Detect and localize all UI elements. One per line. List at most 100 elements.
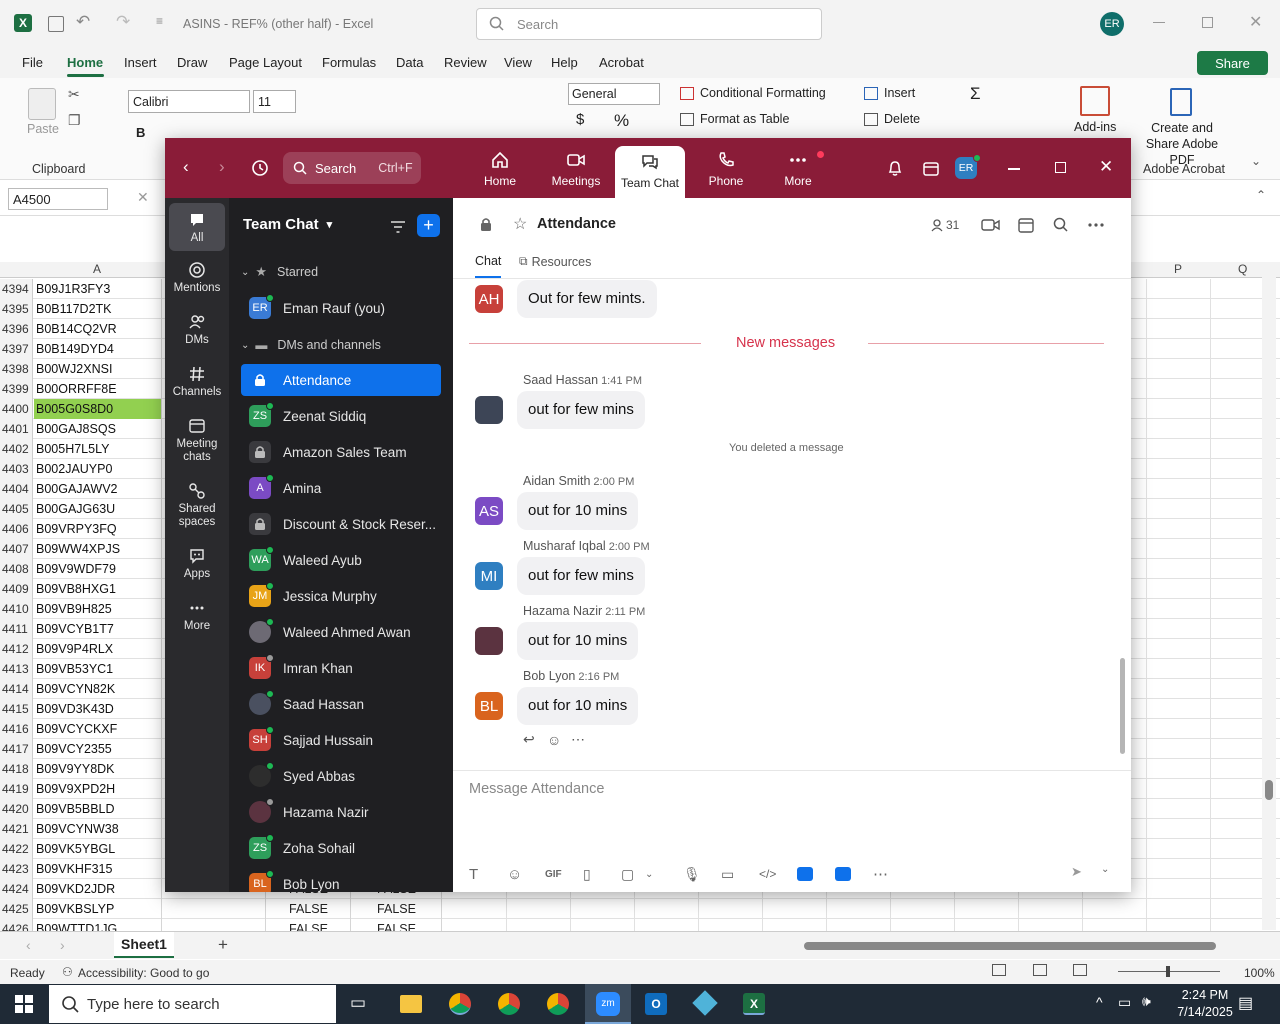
rail-shared-spaces[interactable]: Shared spaces — [169, 482, 225, 529]
page-break-view-icon[interactable] — [1073, 964, 1087, 976]
cell-asin[interactable]: B09VCYB1T7 — [34, 619, 162, 639]
video-call-icon[interactable] — [981, 217, 1001, 233]
code-snippet-icon[interactable]: </> — [759, 867, 797, 881]
nav-home[interactable]: Home — [465, 138, 535, 198]
row-number[interactable]: 4404 — [0, 479, 33, 499]
screenshot-icon[interactable]: ▢ — [621, 866, 645, 883]
history-icon[interactable] — [251, 159, 269, 177]
sender-name[interactable]: Musharaf Iqbal — [523, 539, 606, 553]
task-view-icon[interactable]: ▭ — [350, 993, 366, 1013]
row-number[interactable]: 4426 — [0, 919, 33, 931]
app-blue-1-icon[interactable] — [797, 867, 813, 881]
sheet-row[interactable]: 4425 B09VKBSLYP FALSE FALSE — [0, 899, 1280, 919]
star-channel-icon[interactable]: ☆ — [513, 214, 527, 234]
starred-section-header[interactable]: ⌄ ★ Starred — [241, 264, 318, 280]
menu-data[interactable]: Data — [396, 55, 423, 70]
normal-view-icon[interactable] — [992, 964, 1006, 976]
rail-apps[interactable]: Apps — [169, 547, 225, 580]
rail-meeting-chats[interactable]: Meeting chats — [169, 417, 225, 464]
chrome-icon[interactable] — [449, 993, 471, 1015]
cell-asin[interactable]: B09V9YY8DK — [34, 759, 162, 779]
row-number[interactable]: 4397 — [0, 339, 33, 359]
page-layout-view-icon[interactable] — [1033, 964, 1047, 976]
channel-calendar-icon[interactable] — [1017, 216, 1035, 234]
cell-asin[interactable]: B0B117D2TK — [34, 299, 162, 319]
channel-more-icon[interactable] — [1087, 222, 1105, 228]
row-number[interactable]: 4408 — [0, 559, 33, 579]
row-number[interactable]: 4412 — [0, 639, 33, 659]
channel-item[interactable]: Saad Hassan — [241, 688, 441, 720]
text-format-icon[interactable]: T — [469, 866, 507, 883]
channel-item[interactable]: Waleed Ahmed Awan — [241, 616, 441, 648]
chrome-profile-2-icon[interactable] — [498, 993, 520, 1015]
cancel-entry-icon[interactable]: ✕ — [137, 189, 149, 206]
cell-asin[interactable]: B09VB9H825 — [34, 599, 162, 619]
nav-team-chat[interactable]: Team Chat — [615, 146, 685, 198]
row-number[interactable]: 4413 — [0, 659, 33, 679]
menu-draw[interactable]: Draw — [177, 55, 207, 70]
message-bubble[interactable]: Out for few mints. — [517, 280, 657, 318]
messages-scrollbar-thumb[interactable] — [1120, 658, 1125, 754]
sender-name[interactable]: Hazama Nazir — [523, 604, 602, 618]
horizontal-scrollbar[interactable] — [792, 940, 1260, 952]
row-number[interactable]: 4405 — [0, 499, 33, 519]
cell-asin[interactable]: B09VKD2JDR — [34, 879, 162, 899]
row-number[interactable]: 4403 — [0, 459, 33, 479]
redo-icon[interactable]: ↷ — [116, 12, 130, 32]
channel-item[interactable]: A Amina — [241, 472, 441, 504]
cell-asin[interactable]: B00ORRFF8E — [34, 379, 162, 399]
cell-asin[interactable]: B00GAJG63U — [34, 499, 162, 519]
number-format-select[interactable]: General — [568, 83, 660, 105]
horizontal-scroll-thumb[interactable] — [804, 942, 1216, 950]
file-explorer-icon[interactable] — [400, 995, 422, 1013]
autosum-icon[interactable]: Σ — [970, 84, 981, 104]
row-number[interactable]: 4402 — [0, 439, 33, 459]
cell-asin[interactable]: B09WTTD1JG — [34, 919, 162, 931]
percent-icon[interactable]: % — [614, 111, 629, 131]
sender-name[interactable]: Bob Lyon — [523, 669, 575, 683]
cell-d[interactable]: FALSE — [352, 899, 442, 919]
menu-help[interactable]: Help — [551, 55, 578, 70]
cell-asin[interactable]: B09VD3K43D — [34, 699, 162, 719]
cell-asin[interactable]: B09VB5BBLD — [34, 799, 162, 819]
menu-review[interactable]: Review — [444, 55, 487, 70]
close-icon[interactable]: ✕ — [1249, 12, 1262, 32]
cell-b[interactable] — [163, 919, 266, 931]
column-header-q[interactable]: Q — [1238, 262, 1247, 276]
message-bubble[interactable]: out for 10 mins — [517, 687, 639, 725]
sheet-row[interactable]: 4426 B09WTTD1JG FALSE FALSE — [0, 919, 1280, 931]
message-bubble[interactable]: out for 10 mins — [517, 492, 639, 530]
rail-channels[interactable]: Channels — [169, 365, 225, 398]
notification-icon[interactable]: ▤ — [1238, 993, 1253, 1013]
column-header-a[interactable]: A — [93, 262, 101, 276]
zoom-slider-thumb[interactable] — [1166, 966, 1170, 977]
row-number[interactable]: 4414 — [0, 679, 33, 699]
channel-item[interactable]: Discount & Stock Reser... — [241, 508, 441, 540]
cell-asin[interactable]: B09VCYCKXF — [34, 719, 162, 739]
cell-asin[interactable]: B00GAJAWV2 — [34, 479, 162, 499]
create-pdf-icon[interactable] — [1170, 88, 1192, 116]
send-options-icon[interactable]: ⌄ — [1101, 864, 1109, 875]
row-number[interactable]: 4406 — [0, 519, 33, 539]
channel-item[interactable]: BL Bob Lyon — [241, 868, 441, 892]
cell-asin[interactable]: B09VB53YC1 — [34, 659, 162, 679]
cell-asin[interactable]: B09J1R3FY3 — [34, 279, 162, 299]
starred-self-item[interactable]: ER Eman Rauf (you) — [241, 292, 441, 324]
cell-asin[interactable]: B005G0S8D0 — [34, 399, 162, 419]
message-photo-avatar[interactable] — [475, 396, 503, 424]
share-button[interactable]: Share — [1197, 51, 1268, 75]
channel-item[interactable]: ZS Zoha Sohail — [241, 832, 441, 864]
cell-asin[interactable]: B09VKHF315 — [34, 859, 162, 879]
row-number[interactable]: 4423 — [0, 859, 33, 879]
collapse-ribbon-icon[interactable]: ⌄ — [1251, 154, 1261, 168]
cell-asin[interactable]: B0B14CQ2VR — [34, 319, 162, 339]
menu-acrobat[interactable]: Acrobat — [599, 55, 644, 70]
cell-asin[interactable]: B09V9P4RLX — [34, 639, 162, 659]
row-number[interactable]: 4395 — [0, 299, 33, 319]
row-number[interactable]: 4425 — [0, 899, 33, 919]
name-box[interactable]: A4500 — [8, 188, 108, 210]
cell-asin[interactable]: B0B149DYD4 — [34, 339, 162, 359]
copy-icon[interactable]: ❐ — [68, 112, 81, 129]
chrome-profile-3-icon[interactable] — [547, 993, 569, 1015]
windows-start-icon[interactable] — [15, 995, 33, 1013]
